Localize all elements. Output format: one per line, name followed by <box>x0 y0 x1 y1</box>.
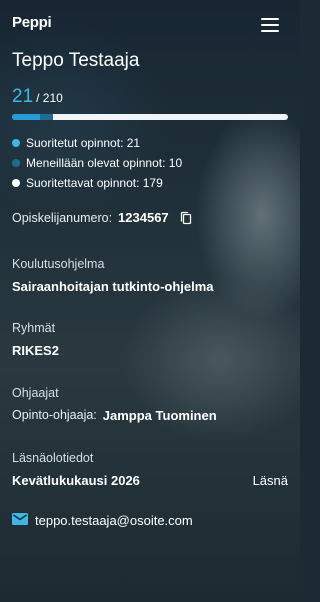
profile-card: Peppi Teppo Testaaja 21/ 210 Suoritetut … <box>0 0 300 602</box>
program-value: Sairaanhoitajan tutkinto-ohjelma <box>12 279 214 294</box>
program-label: Koulutusohjelma <box>12 257 105 271</box>
hamburger-menu-icon[interactable] <box>261 18 279 32</box>
remaining-dot-icon <box>12 179 20 187</box>
in-progress-dot-icon <box>12 159 20 167</box>
legend-label: Meneillään olevat opinnot: 10 <box>26 156 183 170</box>
completed-dot-icon <box>12 139 20 147</box>
total-credits: / 210 <box>36 91 63 105</box>
attendance-term: Kevätlukukausi 2026 <box>12 473 140 488</box>
email-row[interactable]: teppo.testaaja@osoite.com <box>12 513 193 528</box>
attendance-row: Kevätlukukausi 2026 Läsnä <box>12 473 288 488</box>
advisor-name: Jamppa Tuominen <box>102 408 217 423</box>
attendance-section: Läsnäolotiedot Kevätlukukausi 2026 Läsnä <box>12 451 288 488</box>
legend-item-in-progress: Meneillään olevat opinnot: 10 <box>12 153 182 173</box>
legend-label: Suoritetut opinnot: 21 <box>26 136 141 150</box>
groups-label: Ryhmät <box>12 321 56 335</box>
attendance-status: Läsnä <box>252 473 288 488</box>
legend-item-completed: Suoritetut opinnot: 21 <box>12 133 182 153</box>
advisors-section: Ohjaajat Opinto-ohjaaja: Jamppa Tuominen <box>12 386 217 423</box>
advisor-row: Opinto-ohjaaja: Jamppa Tuominen <box>12 408 217 423</box>
attendance-label: Läsnäolotiedot <box>12 451 94 465</box>
student-number-value: 1234567 <box>118 210 169 225</box>
groups-section: Ryhmät RIKES2 <box>12 321 59 358</box>
legend-label: Suoritettavat opinnot: 179 <box>26 176 163 190</box>
credits-legend: Suoritetut opinnot: 21 Meneillään olevat… <box>12 133 182 193</box>
email-link[interactable]: teppo.testaaja@osoite.com <box>35 513 193 528</box>
completed-credits: 21 <box>12 86 34 107</box>
legend-item-remaining: Suoritettavat opinnot: 179 <box>12 173 182 193</box>
completed-fill <box>12 114 40 120</box>
copy-icon[interactable] <box>179 211 193 225</box>
advisor-role: Opinto-ohjaaja: <box>12 408 97 422</box>
program-section: Koulutusohjelma Sairaanhoitajan tutkinto… <box>12 257 214 294</box>
student-number-row: Opiskelijanumero: 1234567 <box>12 210 193 225</box>
peppi-logo: Peppi <box>12 14 52 31</box>
credits-progress-bar <box>12 114 288 120</box>
credits-summary: 21/ 210 <box>12 86 63 108</box>
groups-value: RIKES2 <box>12 343 59 358</box>
advisors-label: Ohjaajat <box>12 386 59 400</box>
email-icon <box>12 513 28 528</box>
student-number-label: Opiskelijanumero: <box>12 210 113 225</box>
student-name: Teppo Testaaja <box>12 50 140 71</box>
